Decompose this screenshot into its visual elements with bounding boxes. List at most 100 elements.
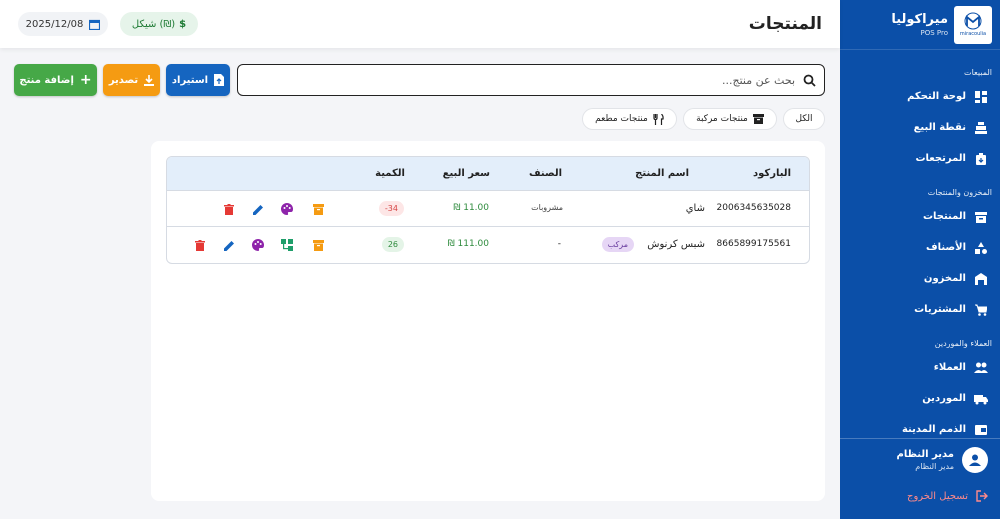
search-input[interactable] <box>246 73 795 87</box>
download-icon <box>144 74 155 86</box>
filter-all[interactable]: الكل <box>783 108 825 130</box>
table-row[interactable]: 8665899175561 شبس كرنوش مركب - ₪ 111.00 … <box>167 227 809 263</box>
archive-button[interactable] <box>311 202 325 216</box>
sidebar-item-suppliers[interactable]: الموردين <box>840 383 1000 414</box>
currency-label: شيكل (₪) <box>131 18 176 30</box>
sidebar-item-label: المرتجعات <box>915 153 966 164</box>
dollar-icon: $ <box>179 18 187 30</box>
archive-button[interactable] <box>311 238 325 252</box>
date-display[interactable]: 2025/12/08 <box>18 12 108 36</box>
sidebar-item-products[interactable]: المنتجات <box>840 201 1000 232</box>
truck-icon <box>974 392 988 406</box>
category-cell: مشروبات <box>531 203 563 212</box>
box-icon <box>974 210 988 224</box>
dashboard-icon <box>974 90 988 104</box>
export-button[interactable]: تصدير <box>103 64 160 96</box>
returns-icon <box>974 152 988 166</box>
search-bar <box>237 64 825 96</box>
sidebar-item-label: المشتريات <box>914 304 966 315</box>
cart-icon <box>974 303 988 317</box>
palette-button[interactable] <box>251 238 265 252</box>
brand-name: ميراكوليا <box>891 12 948 27</box>
table-header: الباركود اسم المنتج الصنف سعر البيع الكم… <box>167 157 809 191</box>
column-product-name: اسم المنتج <box>635 168 689 179</box>
quantity-badge: 26 <box>381 237 404 252</box>
filter-composite-label: منتجات مركبة <box>696 114 748 124</box>
column-barcode: الباركود <box>753 168 791 179</box>
filter-all-label: الكل <box>795 114 813 124</box>
sidebar-item-dashboard[interactable]: لوحة التحكم <box>840 81 1000 112</box>
archive-box-icon <box>752 114 764 124</box>
palette-button[interactable] <box>280 202 294 216</box>
table-row[interactable]: 2006345635028 شاي مشروبات ₪ 11.00 -34 <box>167 191 809 227</box>
sidebar-item-pos[interactable]: نقطة البيع <box>840 112 1000 143</box>
price-cell: ₪ 111.00 <box>447 239 489 249</box>
sidebar-item-label: العملاء <box>933 362 966 373</box>
calendar-icon <box>89 19 101 30</box>
logout-label: تسجيل الخروج <box>906 490 968 502</box>
user-role: مدير النظام <box>915 461 954 471</box>
product-name-cell: شاي <box>685 203 705 214</box>
column-category: الصنف <box>528 168 562 179</box>
sidebar-item-categories[interactable]: الأصناف <box>840 232 1000 263</box>
import-label: استيراد <box>171 74 209 86</box>
filter-restaurant[interactable]: منتجات مطعم <box>582 108 677 130</box>
sidebar-nav: المبيعات لوحة التحكم نقطة البيع المرتجعا… <box>840 50 1000 445</box>
nav-section-inventory: المخزون والمنتجات <box>927 188 992 197</box>
category-cell: - <box>557 239 561 249</box>
brand-subtitle: POS Pro <box>920 29 948 37</box>
column-price: سعر البيع <box>442 168 490 179</box>
cash-register-icon <box>974 121 988 135</box>
edit-button[interactable] <box>222 238 236 252</box>
composite-tag: مركب <box>601 237 634 252</box>
avatar <box>962 446 988 473</box>
page-title: المنتجات <box>748 14 822 34</box>
column-quantity: الكمية <box>375 168 405 179</box>
plus-icon: + <box>79 72 92 88</box>
products-card: الباركود اسم المنتج الصنف سعر البيع الكم… <box>151 141 825 501</box>
nav-section-sales: المبيعات <box>964 68 992 77</box>
price-cell: ₪ 11.00 <box>453 203 489 213</box>
people-icon <box>974 361 988 375</box>
top-header: المنتجات شيكل (₪) $ 2025/12/08 <box>0 0 840 48</box>
barcode-cell: 8665899175561 <box>716 239 791 249</box>
warehouse-icon <box>974 272 988 286</box>
date-value: 2025/12/08 <box>25 18 84 30</box>
edit-button[interactable] <box>251 202 265 216</box>
filter-composite[interactable]: منتجات مركبة <box>683 108 777 130</box>
sidebar-item-label: الذمم المدينة <box>901 424 966 435</box>
import-button[interactable]: استيراد <box>166 64 230 96</box>
sidebar-item-label: المنتجات <box>922 211 966 222</box>
logo-text: miracoulia <box>959 31 987 37</box>
file-upload-icon <box>214 74 225 86</box>
products-table: الباركود اسم المنتج الصنف سعر البيع الكم… <box>166 156 810 264</box>
product-name-cell: شبس كرنوش <box>647 239 705 250</box>
sidebar-item-customers[interactable]: العملاء <box>840 352 1000 383</box>
currency-selector[interactable]: شيكل (₪) $ <box>120 12 198 36</box>
add-product-label: إضافة منتج <box>19 74 74 86</box>
logout-button[interactable]: تسجيل الخروج <box>840 484 1000 508</box>
sidebar-item-returns[interactable]: المرتجعات <box>840 143 1000 174</box>
categories-icon <box>974 241 988 255</box>
sidebar: miracoulia ميراكوليا POS Pro المبيعات لو… <box>840 0 1000 519</box>
sidebar-item-label: الأصناف <box>926 242 966 253</box>
nav-section-customers: العملاء والموردين <box>934 339 992 348</box>
sidebar-item-label: نقطة البيع <box>913 122 966 133</box>
search-icon <box>803 74 816 87</box>
brand-header: miracoulia ميراكوليا POS Pro <box>840 0 1000 50</box>
quantity-badge: -34 <box>378 201 404 216</box>
brand-logo: miracoulia <box>954 5 992 44</box>
sidebar-item-label: الموردين <box>922 393 966 404</box>
sidebar-item-inventory[interactable]: المخزون <box>840 263 1000 294</box>
export-label: تصدير <box>108 74 139 86</box>
logout-icon <box>976 490 988 502</box>
components-button[interactable] <box>280 238 294 252</box>
wallet-icon <box>974 423 988 437</box>
user-name: مدير النظام <box>896 448 954 460</box>
user-profile[interactable]: مدير النظام مدير النظام <box>840 438 1000 480</box>
sidebar-item-label: لوحة التحكم <box>907 91 966 102</box>
delete-button[interactable] <box>222 202 236 216</box>
add-product-button[interactable]: + إضافة منتج <box>14 64 97 96</box>
sidebar-item-purchases[interactable]: المشتريات <box>840 294 1000 325</box>
delete-button[interactable] <box>193 238 207 252</box>
